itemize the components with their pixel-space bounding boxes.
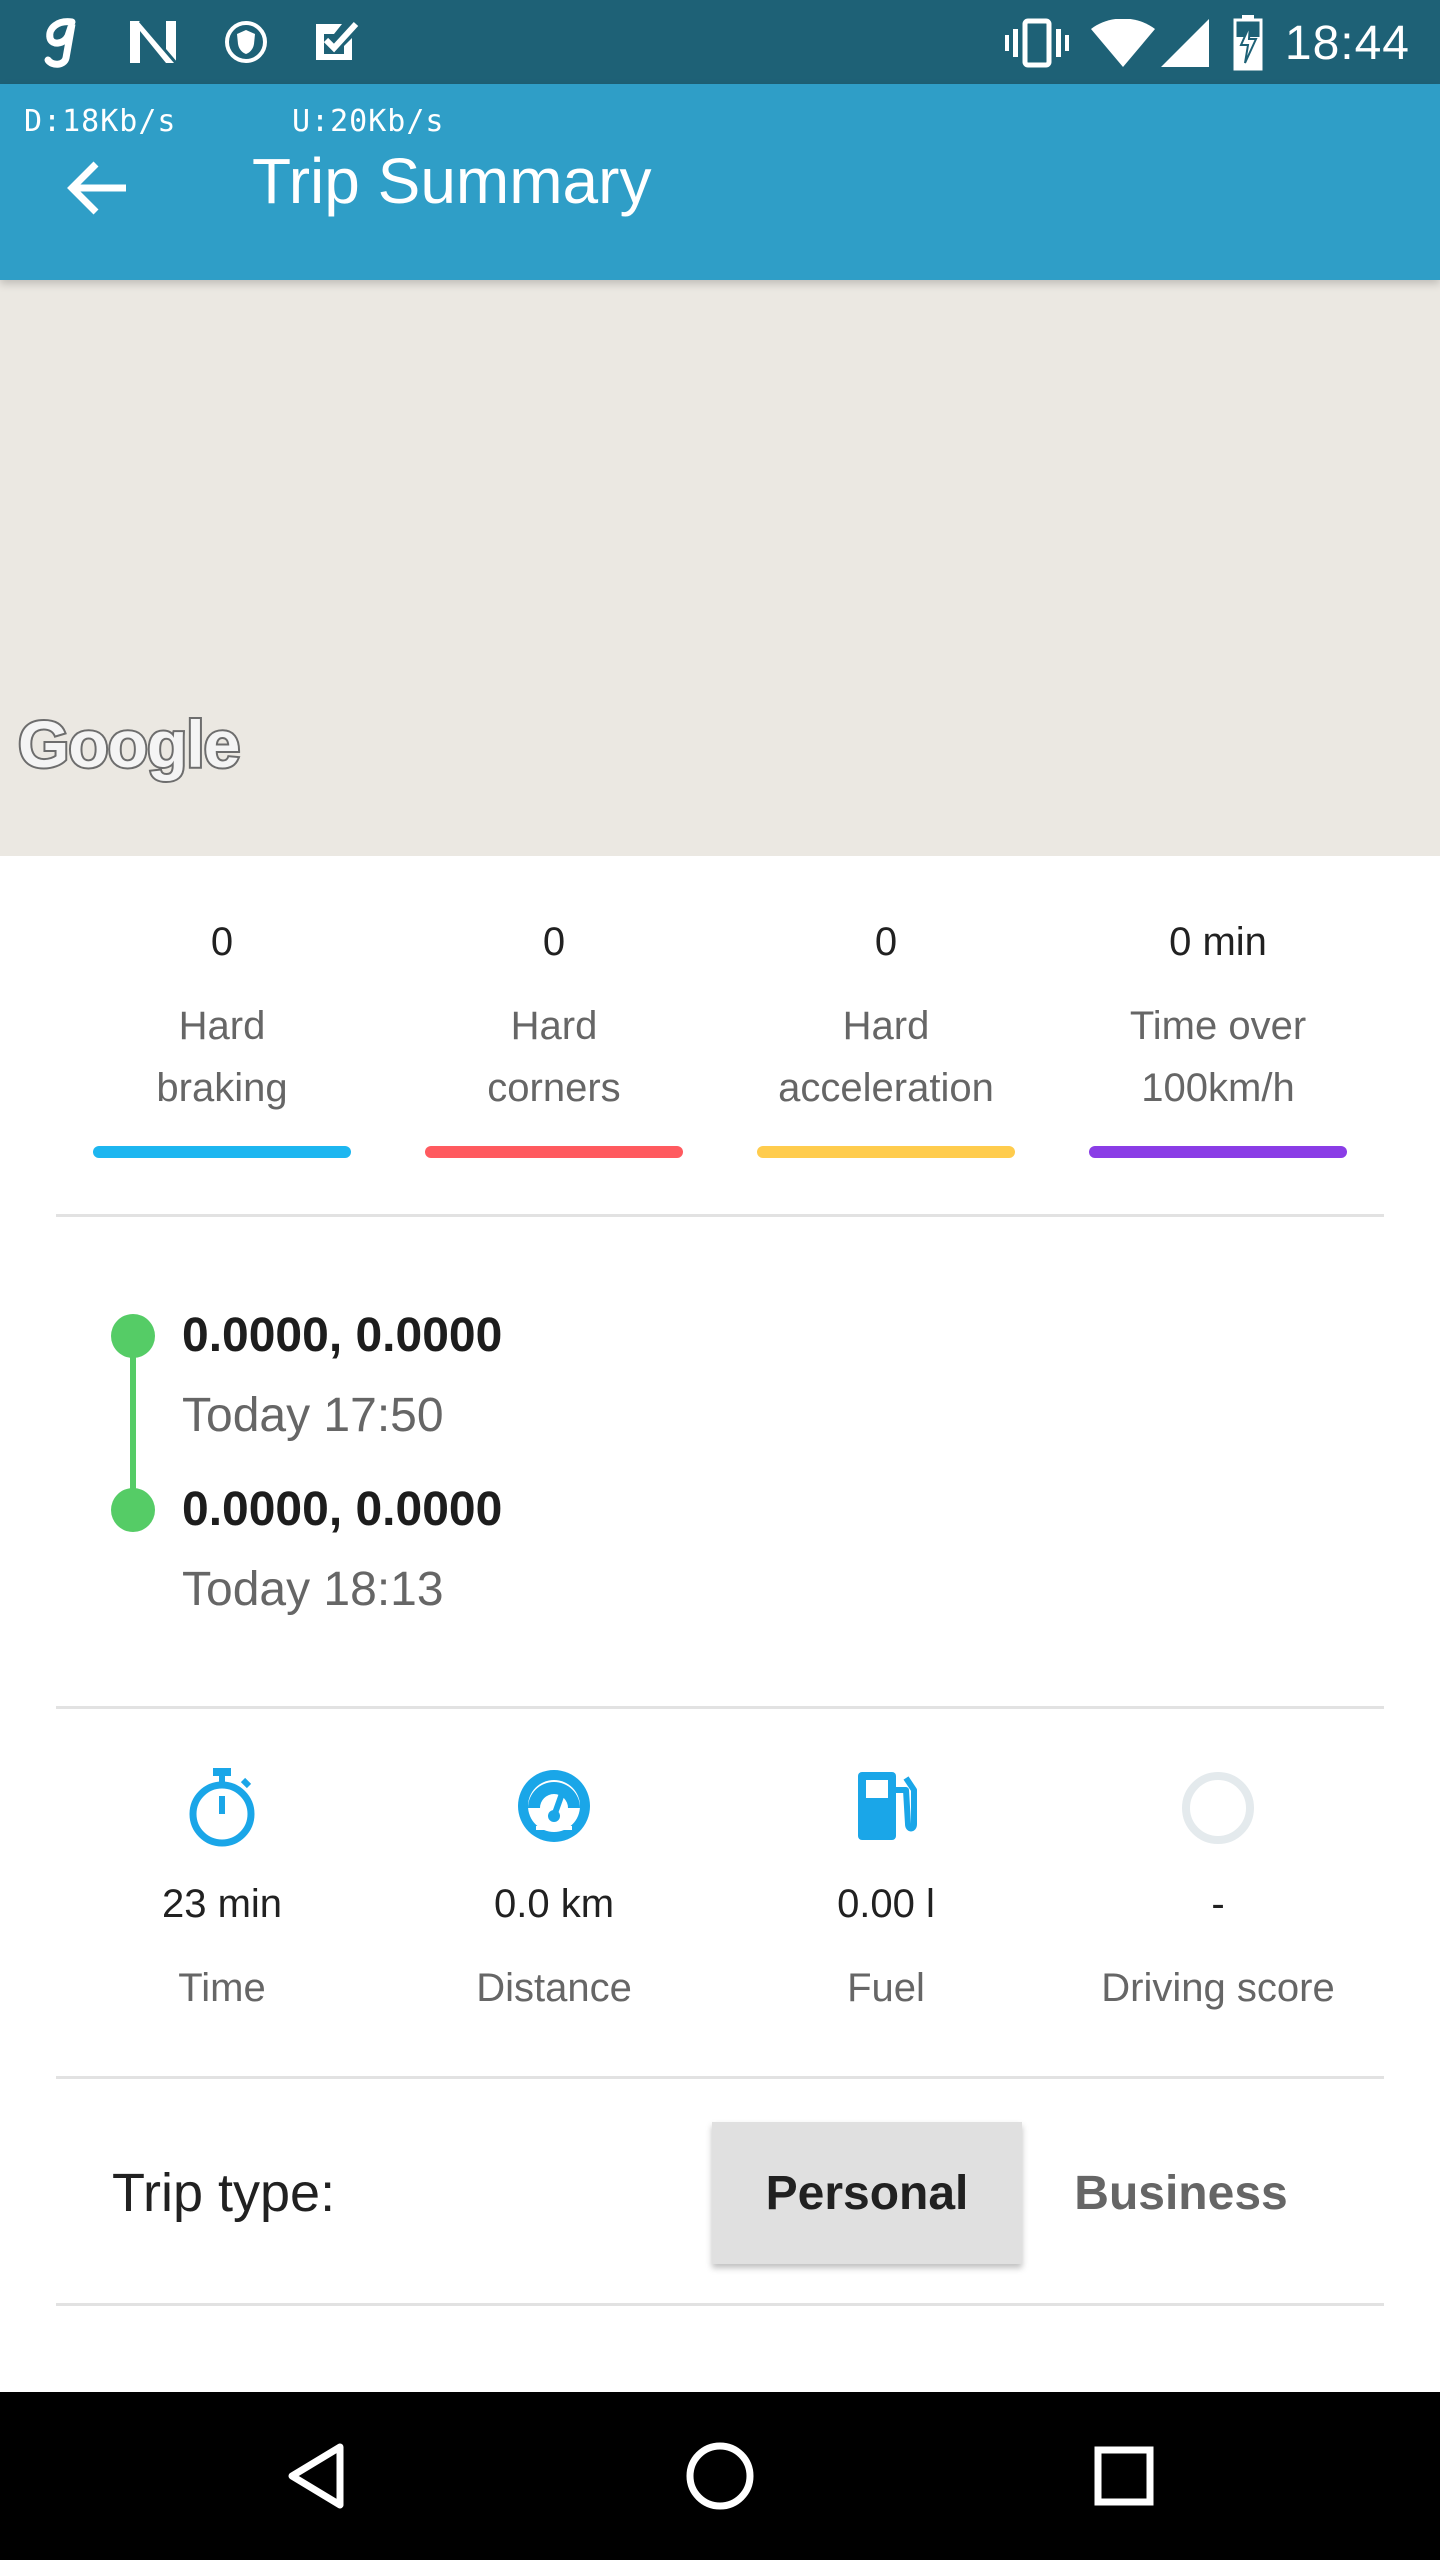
divider	[56, 2303, 1384, 2306]
app-bar: D:18Kb/s U:20Kb/s Trip Summary	[0, 84, 1440, 280]
start-coordinates: 0.0000, 0.0000	[182, 1309, 503, 1362]
nav-home-button[interactable]	[620, 2392, 820, 2560]
route-timeline: 0.0000, 0.0000 Today 17:50 0.0000, 0.000…	[56, 1218, 1384, 1708]
end-time: Today 18:13	[182, 1563, 444, 1616]
battery-icon	[1233, 15, 1263, 71]
end-point-dot	[111, 1488, 155, 1532]
event-count: 0	[542, 920, 566, 964]
system-nav-bar	[0, 2392, 1440, 2560]
event-color-bar	[757, 1146, 1015, 1158]
page-title: Trip Summary	[252, 145, 652, 217]
metric-label: Driving score	[1101, 1966, 1335, 2010]
status-bar: 18:44	[0, 0, 1440, 84]
back-triangle-icon	[288, 2443, 344, 2509]
stopwatch-icon	[189, 1768, 255, 1847]
metric-fuel: 0.00 l Fuel	[720, 1712, 1052, 2072]
start-time: Today 17:50	[182, 1389, 444, 1442]
upload-speed: U:20Kb/s	[292, 104, 445, 139]
event-time-over-speed: 0 min Time over 100km/h	[1059, 870, 1377, 1216]
metric-time: 23 min Time	[56, 1712, 388, 2072]
n-notification-icon	[126, 17, 180, 67]
home-circle-icon	[686, 2442, 754, 2510]
end-coordinates: 0.0000, 0.0000	[182, 1483, 503, 1536]
event-count: 0 min	[1169, 920, 1267, 964]
route-map[interactable]: Google	[0, 280, 1440, 856]
event-color-bar	[425, 1146, 683, 1158]
divider	[56, 1214, 1384, 1217]
metric-label: Time	[178, 1966, 266, 2010]
route-line	[130, 1336, 136, 1511]
cell-signal-icon	[1160, 19, 1209, 67]
event-label: Hard corners	[487, 1004, 621, 1110]
vibrate-icon	[1004, 17, 1069, 69]
event-label: Time over 100km/h	[1129, 1004, 1307, 1110]
event-hard-braking: 0 Hard braking	[63, 870, 381, 1216]
status-clock: 18:44	[1284, 16, 1410, 70]
divider	[56, 2076, 1384, 2079]
business-option-button[interactable]: Business	[1026, 2122, 1336, 2264]
metric-value: 0.0 km	[493, 1882, 615, 1926]
google-attribution: Google	[16, 705, 242, 783]
metric-distance: 0.0 km Distance	[388, 1712, 720, 2072]
trip-type-selector: Trip type: Personal Business	[56, 2080, 1384, 2302]
recents-square-icon	[1094, 2446, 1154, 2506]
wifi-icon	[1090, 19, 1155, 67]
event-count: 0	[210, 920, 234, 964]
event-color-bar	[93, 1146, 351, 1158]
score-ring-icon	[1182, 1772, 1254, 1844]
metric-value: 0.00 l	[837, 1882, 935, 1926]
metric-driving-score: - Driving score	[1052, 1712, 1384, 2072]
vpn-shield-icon	[224, 20, 268, 64]
personal-option-button[interactable]: Personal	[712, 2122, 1022, 2264]
event-label: Hard acceleration	[778, 1004, 994, 1110]
metric-value: -	[1211, 1882, 1225, 1926]
event-hard-corners: 0 Hard corners	[395, 870, 713, 1216]
metric-value: 23 min	[161, 1882, 283, 1926]
metric-label: Distance	[476, 1966, 632, 2010]
event-count: 0	[874, 920, 898, 964]
metric-label: Fuel	[847, 1966, 925, 2010]
event-label: Hard braking	[156, 1004, 288, 1110]
download-speed: D:18Kb/s	[24, 104, 177, 139]
divider	[56, 1706, 1384, 1709]
nav-recents-button[interactable]	[1024, 2392, 1224, 2560]
driving-events: 0 Hard braking 0 Hard corners 0 Hard accele…	[56, 870, 1384, 1216]
trip-type-label: Trip type:	[112, 2163, 336, 2223]
fuel-pump-icon	[858, 1772, 917, 1840]
g-notification-icon	[42, 14, 82, 70]
task-check-icon	[312, 20, 360, 64]
back-button[interactable]	[56, 146, 140, 230]
arrow-back-icon	[67, 161, 126, 215]
event-color-bar	[1089, 1146, 1347, 1158]
trip-metrics: 23 min Time 0.0 km Distance 0.00 l Fuel …	[56, 1712, 1384, 2072]
screen: 18:44 D:18Kb/s U:20Kb/s Trip Summary Goo…	[0, 0, 1440, 2560]
start-point-dot	[111, 1314, 155, 1358]
event-hard-acceleration: 0 Hard acceleration	[727, 870, 1045, 1216]
speedometer-icon	[518, 1770, 590, 1842]
nav-back-button[interactable]	[216, 2392, 416, 2560]
